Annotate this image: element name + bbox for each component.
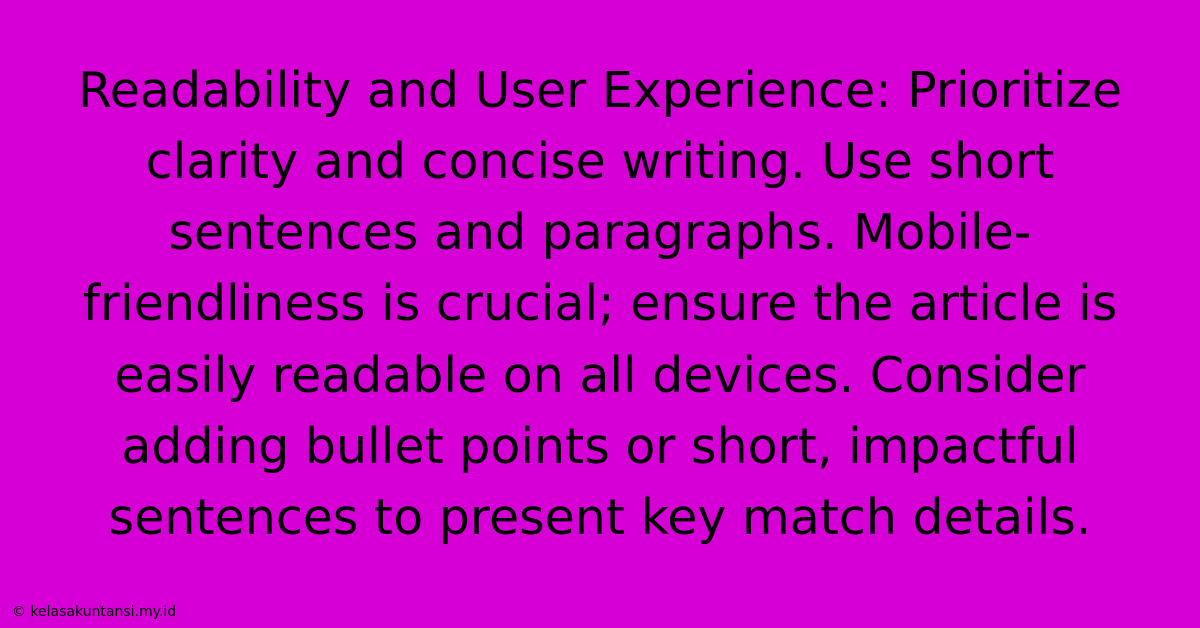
content-container: Readability and User Experience: Priorit… (0, 0, 1200, 628)
attribution-text: © kelasakuntansi.my.id (12, 604, 176, 620)
main-text: Readability and User Experience: Priorit… (40, 55, 1160, 552)
